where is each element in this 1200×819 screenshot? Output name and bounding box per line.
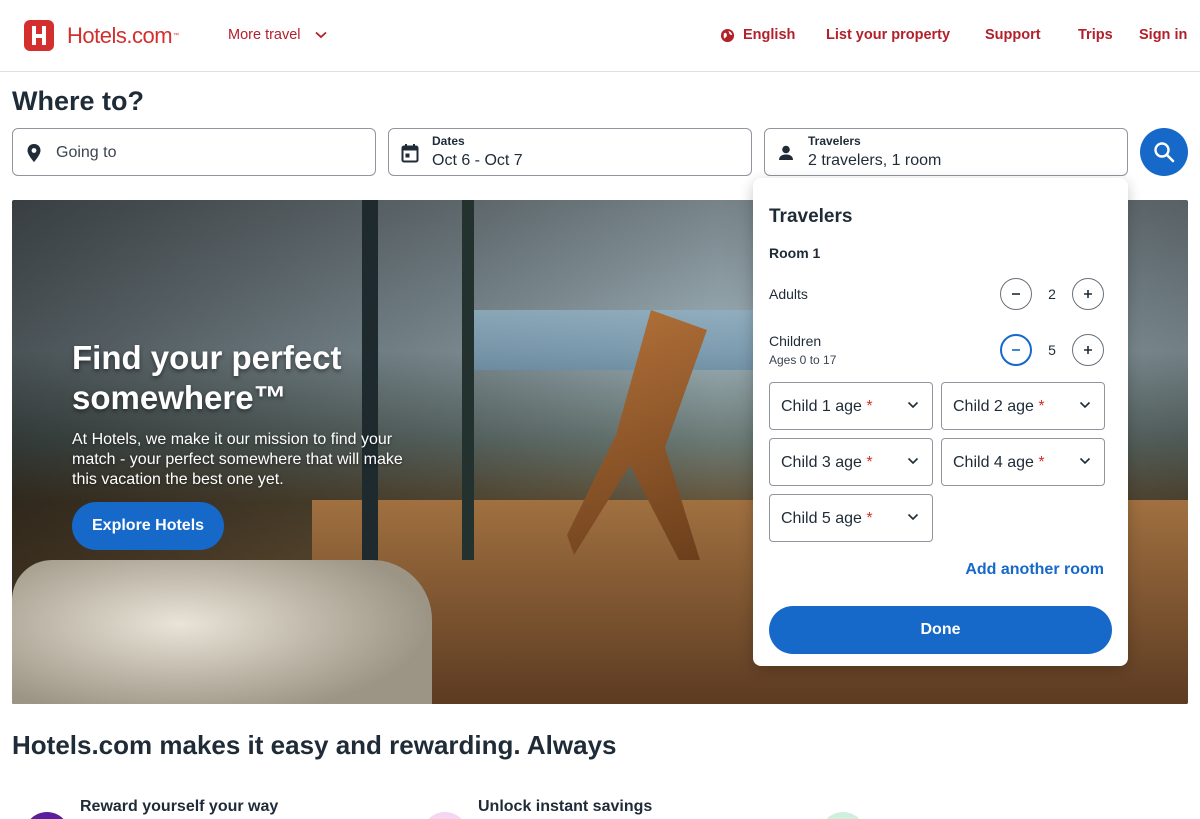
room-label: Room 1 <box>769 245 821 261</box>
children-increment-button[interactable] <box>1072 334 1104 366</box>
hero-image-window-frame <box>462 200 474 560</box>
language-selector[interactable]: English <box>720 27 795 43</box>
going-to-field[interactable]: Going to <box>12 128 376 176</box>
minus-icon <box>1012 349 1020 351</box>
benefit-icon <box>820 812 866 819</box>
travelers-value: 2 travelers, 1 room <box>808 152 942 169</box>
explore-hotels-button[interactable]: Explore Hotels <box>72 502 225 550</box>
hotels-logo-icon <box>24 20 54 51</box>
child-age-label: Child 2 age <box>953 398 1034 415</box>
more-travel-menu[interactable]: More travel <box>228 27 327 43</box>
adults-label: Adults <box>769 286 808 302</box>
top-header: Hotels.com ™ More travel English List yo… <box>0 0 1200 72</box>
required-marker: * <box>866 398 873 415</box>
chevron-down-icon <box>1079 457 1091 465</box>
adults-count: 2 <box>1048 286 1056 302</box>
sign-in-link[interactable]: Sign in <box>1139 27 1187 43</box>
child-2-age-select[interactable]: Child 2 age * <box>941 382 1105 430</box>
going-to-placeholder: Going to <box>56 144 117 161</box>
children-decrement-button[interactable] <box>1000 334 1032 366</box>
hero-image-bed <box>12 560 432 704</box>
chevron-down-icon <box>1079 401 1091 409</box>
logo-text: Hotels.com <box>67 22 173 48</box>
travelers-label: Travelers <box>808 134 861 148</box>
popup-title: Travelers <box>769 206 853 227</box>
child-age-label: Child 5 age <box>781 510 862 527</box>
benefits-heading: Hotels.com makes it easy and rewarding. … <box>12 730 617 760</box>
children-label: Children <box>769 333 822 349</box>
dates-value: Oct 6 - Oct 7 <box>432 152 523 169</box>
child-age-label: Child 1 age <box>781 398 862 415</box>
child-5-age-select[interactable]: Child 5 age * <box>769 494 933 542</box>
children-age-range: Ages 0 to 17 <box>769 353 837 367</box>
logo-trademark: ™ <box>173 32 180 39</box>
plus-icon <box>1084 290 1092 298</box>
benefit-title: Reward yourself your way <box>80 798 279 815</box>
calendar-icon <box>401 144 419 163</box>
globe-icon <box>720 28 735 42</box>
required-marker: * <box>1038 398 1045 415</box>
child-3-age-select[interactable]: Child 3 age * <box>769 438 933 486</box>
child-age-label: Child 4 age <box>953 454 1034 471</box>
children-count: 5 <box>1048 342 1056 358</box>
hero-title: Find your perfect somewhere™ <box>72 339 342 416</box>
travelers-popup: Travelers Room 1 Adults 2 Children Ages … <box>753 178 1128 666</box>
support-link[interactable]: Support <box>985 27 1041 43</box>
required-marker: * <box>1038 454 1045 471</box>
child-1-age-select[interactable]: Child 1 age * <box>769 382 933 430</box>
chevron-down-icon <box>907 401 919 409</box>
hotels-logo[interactable]: Hotels.com ™ <box>24 20 179 51</box>
search-button[interactable] <box>1140 128 1188 176</box>
child-4-age-select[interactable]: Child 4 age * <box>941 438 1105 486</box>
chevron-down-icon <box>314 31 327 39</box>
reward-icon <box>24 812 70 819</box>
add-another-room-link[interactable]: Add another room <box>965 561 1104 579</box>
chevron-down-icon <box>907 457 919 465</box>
more-travel-label: More travel <box>228 27 301 43</box>
child-age-label: Child 3 age <box>781 454 862 471</box>
savings-icon <box>422 812 468 819</box>
where-to-heading: Where to? <box>12 86 144 116</box>
location-pin-icon <box>27 144 41 162</box>
person-icon <box>779 145 793 160</box>
hero-description: At Hotels, we make it our mission to fin… <box>72 431 403 488</box>
list-property-link[interactable]: List your property <box>826 27 950 43</box>
dates-label: Dates <box>432 134 465 148</box>
plus-icon <box>1084 346 1092 354</box>
adults-decrement-button[interactable] <box>1000 278 1032 310</box>
hero-image-sea <box>472 310 792 370</box>
benefit-title: Unlock instant savings <box>478 798 653 815</box>
done-button[interactable]: Done <box>769 606 1112 654</box>
adults-increment-button[interactable] <box>1072 278 1104 310</box>
chevron-down-icon <box>907 513 919 521</box>
dates-field[interactable]: Dates Oct 6 - Oct 7 <box>388 128 752 176</box>
travelers-field[interactable]: Travelers 2 travelers, 1 room <box>764 128 1128 176</box>
required-marker: * <box>866 510 873 527</box>
trips-link[interactable]: Trips <box>1078 27 1113 43</box>
required-marker: * <box>866 454 873 471</box>
minus-icon <box>1012 293 1020 295</box>
search-icon <box>1154 142 1175 163</box>
language-label: English <box>743 27 796 43</box>
